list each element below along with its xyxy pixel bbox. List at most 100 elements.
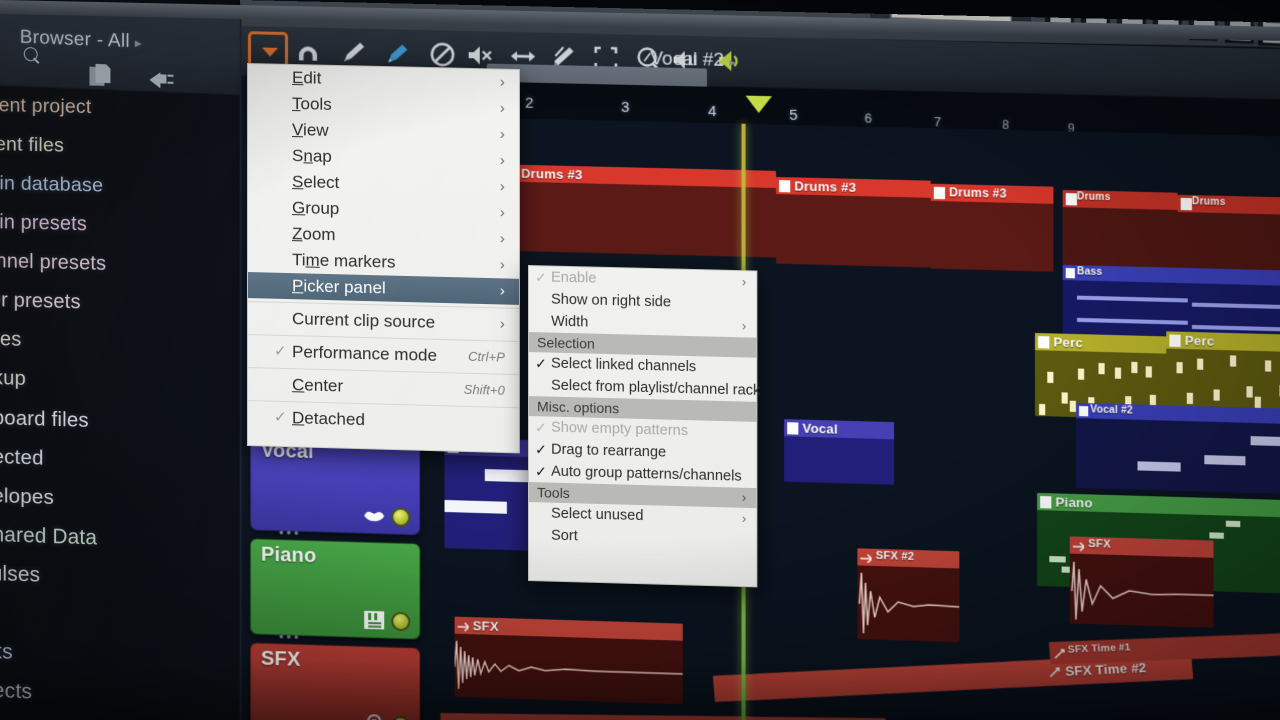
browser-item[interactable]: Scores (0, 319, 240, 366)
browser-toolbar: Browser - All ▸ (0, 5, 240, 96)
track-led[interactable] (391, 715, 411, 720)
menu-shortcut: Ctrl+P (468, 348, 505, 365)
chevron-right-icon: › (499, 99, 505, 117)
pattern-next-button[interactable]: ▸ (1012, 0, 1031, 22)
pattern-prev-button[interactable]: ◂ (870, 0, 889, 19)
menu-item-label: Picker panel (292, 276, 386, 298)
paint-brush-icon[interactable] (383, 39, 411, 68)
clip-drums-3c[interactable]: Drums #3 (930, 183, 1054, 272)
browser-item[interactable]: Current project (0, 85, 240, 130)
browser-item-label: Channel presets (0, 249, 107, 275)
browser-item[interactable]: Plugin presets (0, 202, 240, 248)
submenu-item-label: Width (551, 313, 589, 331)
track-header-piano[interactable]: Piano ••• (249, 538, 421, 645)
browser-item-label: Plugin presets (0, 210, 87, 236)
check-icon: ✓ (535, 269, 547, 286)
browser-item[interactable]: Plugin database (0, 163, 240, 209)
clip-sfx-c[interactable]: SFX (1069, 536, 1214, 628)
menu-item-label: Tools (292, 94, 332, 114)
fl-studio-screenshot: 130.000 4:16.20 Line ▸ ◂ Vocal #2 ▸ (0, 0, 1280, 720)
menu-item-label: Performance mode (292, 342, 438, 365)
clip-label: Bass (1076, 266, 1103, 279)
search-icon[interactable] (24, 47, 41, 65)
lips-icon[interactable] (363, 506, 385, 527)
pattern-icon (1038, 336, 1049, 348)
audio-icon (458, 620, 469, 632)
submenu-item-label: Misc. options (537, 398, 620, 417)
draw-pencil-icon[interactable] (340, 38, 368, 67)
menu-item-center[interactable]: Center Shift+0 (248, 371, 519, 404)
browser-item-label: IL Shared Data (0, 522, 98, 550)
browser-item-label: Packs (0, 638, 13, 664)
magnet-snap-icon[interactable] (294, 37, 322, 66)
browser-panel[interactable]: Browser - All ▸ Current project Recent fil… (0, 0, 242, 720)
chevron-right-icon: › (499, 151, 505, 170)
browser-item[interactable]: Backup (0, 358, 240, 405)
pattern-icon (1066, 193, 1077, 205)
picker-panel-submenu[interactable]: ✓ Enable › Show on right side Width › Selectio… (528, 265, 760, 588)
browser-item-label: Collected (0, 443, 44, 470)
track-led[interactable] (391, 611, 411, 632)
clip-label: Vocal #2 (1090, 404, 1133, 417)
chevron-right-icon: › (499, 315, 505, 333)
chevron-right-icon: › (499, 204, 505, 222)
menu-item-label: Current clip source (292, 309, 436, 332)
chevron-right-icon: ▸ (881, 0, 995, 6)
chevron-right-icon: ▸ (729, 54, 736, 70)
automation-icon (1053, 647, 1065, 660)
submenu-item-label: Drag to rearrange (551, 441, 667, 461)
pattern-icon (1169, 334, 1180, 346)
clip-label: SFX (472, 618, 499, 635)
clip-drums-3a[interactable]: Drums #3 (502, 164, 777, 258)
clip-label: SFX (1088, 537, 1111, 551)
copy-icon[interactable] (89, 64, 113, 91)
browser-item-label: Clipboard files (0, 405, 89, 432)
menu-item-picker-panel[interactable]: Picker panel › (247, 272, 519, 305)
submenu-item-label: Auto group patterns/channels (551, 463, 742, 485)
clip-drums-3b[interactable]: Drums #3 (776, 176, 931, 268)
menu-item-current-clip-source[interactable]: Current clip source › (248, 305, 519, 338)
browser-item-list[interactable]: Current project Recent files Plugin databa… (0, 86, 240, 719)
clip-label: Piano (1055, 494, 1093, 511)
clip-label: Drums #3 (521, 165, 583, 183)
browser-item[interactable]: Recent files (0, 124, 240, 169)
chevron-right-icon: › (499, 177, 505, 196)
browser-item-label: Backup (0, 366, 26, 391)
clip-sfx-b[interactable]: SFX #2 (857, 548, 960, 643)
pattern-icon (1181, 198, 1192, 210)
browser-item[interactable]: Channel presets (0, 241, 240, 287)
automation-icon (1048, 665, 1060, 678)
pattern-icon (779, 180, 790, 192)
chevron-right-icon: › (741, 489, 747, 505)
check-icon: ✓ (274, 408, 287, 427)
clip-vocal-a[interactable]: Vocal (444, 437, 534, 551)
chevron-right-icon: › (499, 256, 505, 274)
menu-item-performance-mode[interactable]: ✓ Performance mode Ctrl+P (248, 338, 519, 371)
playhead-marker[interactable] (745, 95, 772, 114)
menu-item-label: Time markers (292, 250, 396, 272)
menu-shortcut: Shift+0 (463, 381, 505, 398)
browser-item[interactable]: Mixer presets (0, 280, 240, 327)
chevron-right-icon: › (499, 73, 505, 91)
clip-drums-d[interactable]: Drums (1062, 189, 1178, 276)
bell-icon[interactable] (363, 714, 385, 720)
track-header-sfx[interactable]: SFX (249, 642, 421, 720)
clip-label: Perc (1184, 332, 1215, 349)
clip-header (1166, 331, 1280, 353)
piano-icon[interactable] (363, 610, 385, 631)
plug-icon[interactable] (149, 70, 177, 91)
playlist-context-menu[interactable]: Edit › Tools › View › Snap › Select › Group › Zoom › T… (247, 63, 520, 454)
delete-slash-icon[interactable] (428, 40, 456, 69)
clip-vocal-2[interactable]: Vocal #2 (1075, 402, 1280, 495)
browser-title[interactable]: Browser - All ▸ (20, 27, 142, 54)
clip-sfx-time-1[interactable]: SFX Time #1 (1048, 631, 1280, 665)
track-led[interactable] (391, 507, 411, 528)
check-icon: ✓ (535, 419, 547, 436)
bar-number: 3 (620, 98, 630, 117)
pattern-icon (1040, 496, 1051, 508)
line-selector[interactable]: Line ▸ (870, 0, 1002, 14)
chevron-right-icon: › (741, 318, 747, 334)
clip-vocal-b[interactable]: Vocal (784, 419, 895, 485)
menu-item-detached[interactable]: ✓ Detached (248, 404, 519, 437)
pattern-icon (1079, 406, 1088, 416)
